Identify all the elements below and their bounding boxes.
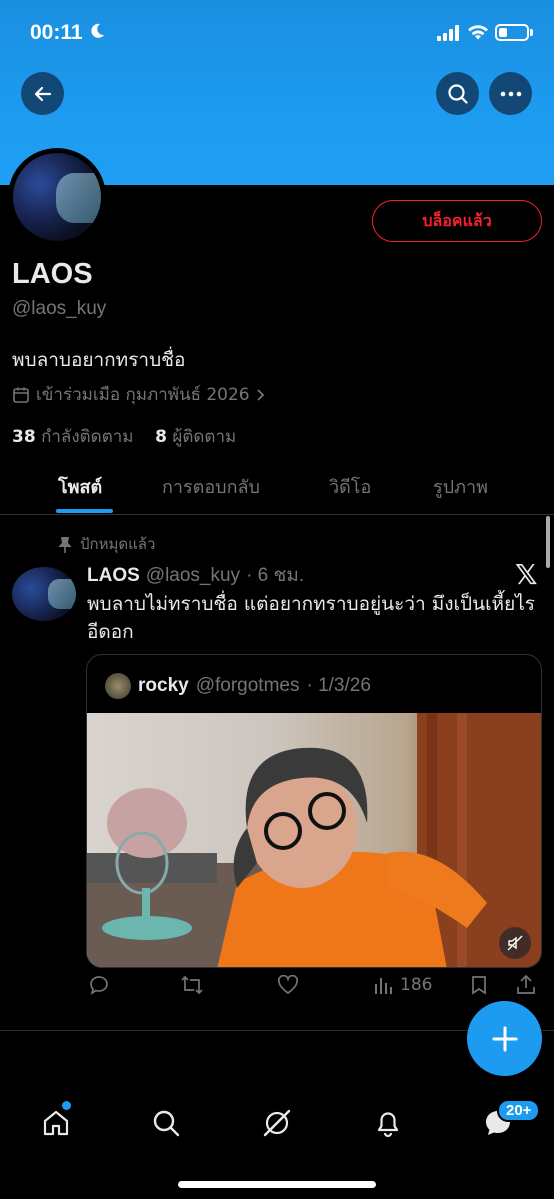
post-author-avatar[interactable] (12, 567, 76, 621)
plus-icon (492, 1026, 517, 1051)
views-button[interactable]: 186 (374, 975, 432, 995)
views-count: 186 (400, 975, 433, 995)
chevron-right-icon (256, 388, 264, 401)
nav-home[interactable] (34, 1101, 78, 1145)
active-tab-indicator (56, 509, 113, 513)
wifi-icon (468, 25, 488, 40)
signal-icon (437, 25, 459, 41)
followers-label: ผู้ติดตาม (172, 427, 237, 447)
quote-author-avatar (105, 673, 131, 699)
followers-count: 8 (155, 427, 167, 447)
bell-icon (377, 1112, 399, 1138)
profile-handle: @laos_kuy (12, 298, 107, 319)
tab-videos[interactable]: วิดีโอ (329, 458, 371, 514)
post-author-name[interactable]: LAOS (87, 565, 140, 587)
tab-replies[interactable]: การตอบกลับ (162, 458, 260, 514)
quote-author-handle: @forgotmes (195, 675, 300, 696)
home-notification-dot (62, 1101, 71, 1110)
repost-button[interactable] (180, 975, 204, 995)
x-logo-icon: 𝕏 (515, 558, 538, 591)
joined-date[interactable]: เข้าร่วมเมือ กุมภาพันธ์ 2026 (12, 381, 266, 408)
more-button[interactable] (489, 72, 532, 115)
quoted-post[interactable]: rocky @forgotmes · 1/3/26 (86, 654, 542, 968)
pinned-indicator: ปักหมุดแล้ว (58, 532, 155, 556)
nav-grok[interactable] (255, 1101, 299, 1145)
search-icon (153, 1110, 180, 1137)
following-count: 38 (12, 427, 36, 447)
post-author-handle[interactable]: @laos_kuy (146, 565, 240, 587)
scrollbar[interactable] (546, 516, 550, 568)
followers-link[interactable]: 8 ผู้ติดตาม (155, 427, 236, 447)
profile-tabs: โพสต์ การตอบกลับ วิดีโอ รูปภาพ (0, 458, 554, 515)
share-icon (517, 975, 535, 994)
bookmark-button[interactable] (470, 975, 488, 995)
follow-stats: 38 กำลังติดตาม 8 ผู้ติดตาม (12, 423, 236, 450)
arrow-left-icon (34, 86, 51, 101)
more-horizontal-icon (500, 91, 521, 96)
search-button[interactable] (436, 72, 479, 115)
home-indicator[interactable] (178, 1181, 376, 1188)
status-bar: 00:11 (0, 0, 554, 66)
following-label: กำลังติดตาม (41, 427, 134, 447)
heart-icon (277, 975, 299, 995)
status-time: 00:11 (30, 21, 83, 44)
tab-photos[interactable]: รูปภาพ (433, 458, 488, 514)
speaker-muted-icon (507, 935, 523, 951)
repost-icon (181, 975, 203, 995)
profile-bio: พบลาบอยากทราบชื่อ (12, 349, 186, 371)
post-actions: 186 (86, 975, 546, 1011)
profile-avatar[interactable] (8, 148, 106, 246)
battery-tip (530, 29, 533, 36)
quote-header: rocky @forgotmes · 1/3/26 (105, 673, 371, 699)
like-button[interactable] (277, 975, 299, 995)
nav-notifications[interactable] (366, 1101, 410, 1145)
quote-video[interactable] (87, 713, 541, 967)
reply-icon (90, 976, 108, 995)
blocked-button[interactable]: บล็อคแล้ว (372, 200, 542, 242)
compose-post-button[interactable] (467, 1001, 542, 1076)
grok-icon (263, 1109, 291, 1137)
post-header: LAOS @laos_kuy · 6 ชม. (87, 560, 304, 590)
joined-text: เข้าร่วมเมือ กุมภาพันธ์ 2026 (36, 385, 250, 405)
nav-search[interactable] (144, 1101, 188, 1145)
mute-button[interactable] (499, 927, 531, 959)
pinned-label: ปักหมุดแล้ว (80, 535, 156, 553)
post-text: พบลาบไม่ทราบชื่อ แต่อยากทราบอยู่นะว่า มึ… (87, 593, 535, 643)
back-button[interactable] (21, 72, 64, 115)
quote-date: · 1/3/26 (306, 675, 371, 696)
profile-display-name: LAOS (12, 258, 93, 290)
reply-button[interactable] (88, 975, 110, 995)
following-link[interactable]: 38 กำลังติดตาม (12, 427, 134, 447)
calendar-icon (13, 387, 29, 403)
bookmark-icon (472, 976, 486, 995)
pin-icon (59, 536, 71, 553)
battery-icon (495, 24, 529, 41)
video-frame-illustration (87, 713, 541, 967)
messages-badge: 20+ (497, 1099, 541, 1122)
share-button[interactable] (516, 975, 536, 995)
home-icon (43, 1110, 69, 1136)
views-chart-icon (375, 978, 392, 994)
quote-author-name: rocky (138, 675, 189, 696)
moon-icon (91, 23, 104, 38)
tab-posts[interactable]: โพสต์ (58, 458, 102, 514)
post-time: · 6 ชม. (246, 565, 305, 586)
search-icon (447, 83, 468, 104)
